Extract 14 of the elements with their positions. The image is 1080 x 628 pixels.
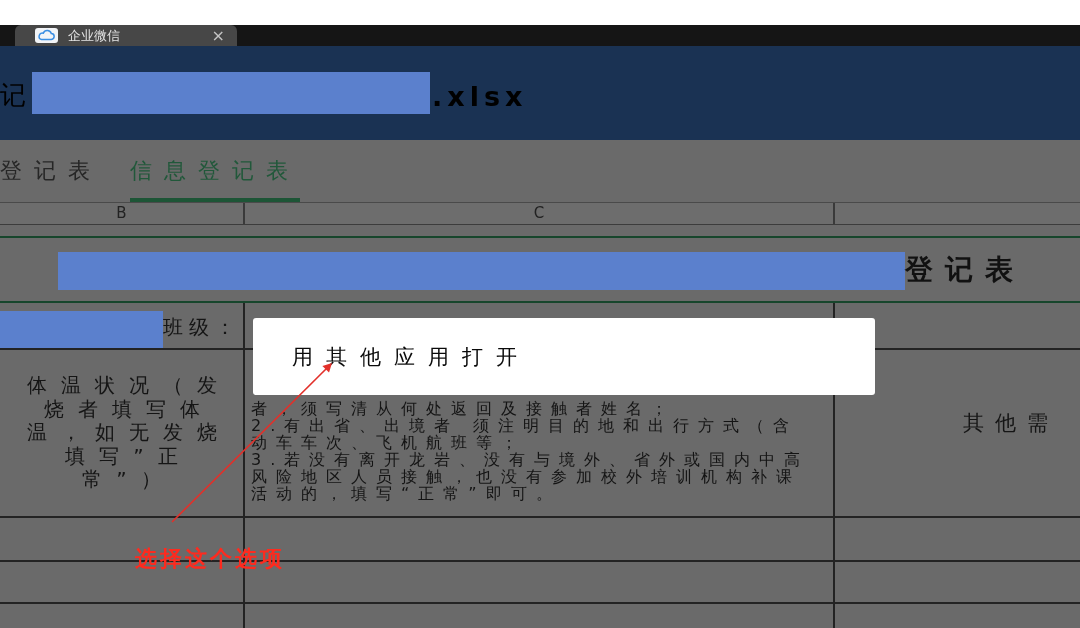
cloud-icon: [35, 28, 58, 43]
cell-text: 其他需: [963, 411, 1059, 435]
sheet-title: 登记表: [905, 252, 1025, 287]
table-cell: 体温状况（发烧者填写体温，如无发烧填写”正常”）: [0, 350, 245, 518]
close-button[interactable]: ×: [209, 27, 227, 44]
tab-title: 企业微信: [68, 28, 120, 43]
column-header[interactable]: B: [0, 203, 245, 224]
class-label: 班级：: [163, 314, 241, 340]
file-extension: .xlsx: [432, 82, 528, 112]
column-header[interactable]: C: [245, 203, 835, 224]
browser-tab[interactable]: 企业微信 ×: [15, 25, 237, 46]
file-title: 记: [0, 80, 26, 110]
sheet-tab[interactable]: 登记表: [0, 140, 102, 202]
annotation-label: 选择这个选项: [135, 545, 285, 573]
